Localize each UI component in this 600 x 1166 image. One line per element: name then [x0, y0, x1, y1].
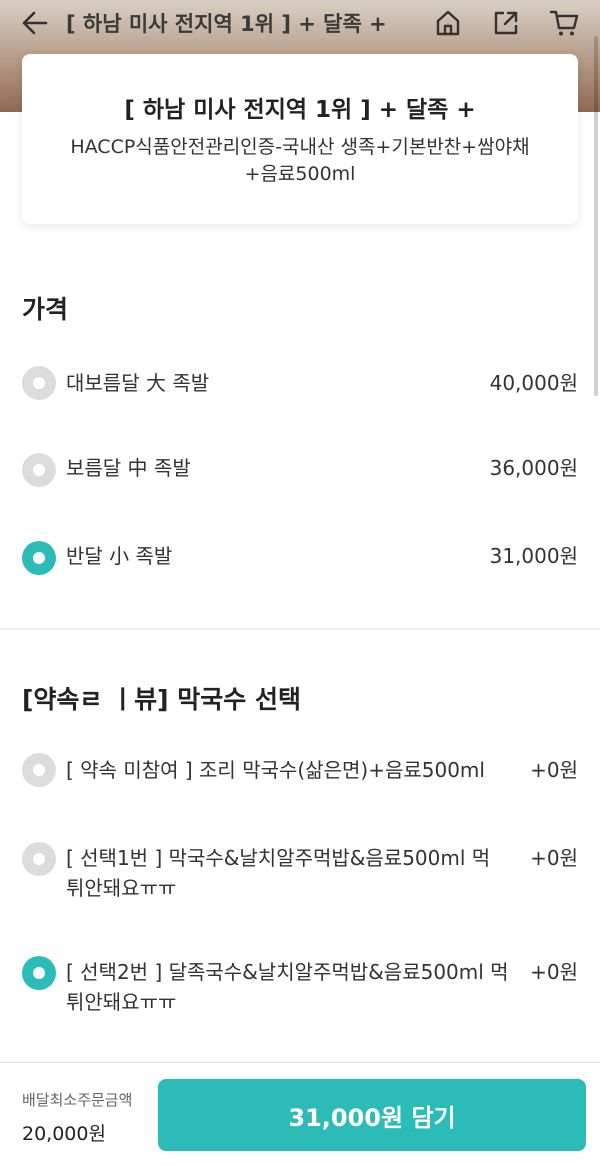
share-button[interactable] — [488, 5, 524, 41]
option-label: [ 약속 미참여 ] 조리 막국수(삶은면)+음료500ml — [66, 758, 485, 782]
cart-icon — [549, 10, 579, 36]
share-icon — [494, 11, 518, 35]
price-option-medium[interactable]: 보름달 中 족발 36,000원 — [0, 451, 600, 491]
option-price: 36,000원 — [489, 456, 578, 480]
section-divider — [0, 628, 600, 630]
min-order-value: 20,000원 — [22, 1123, 106, 1145]
option-price: 31,000원 — [489, 544, 578, 568]
radio-button-selected[interactable] — [22, 956, 56, 990]
radio-button[interactable] — [22, 453, 56, 487]
add-to-cart-button[interactable]: 31,000원 담기 — [158, 1079, 586, 1151]
price-section-title: 가격 — [22, 295, 69, 324]
price-option-small[interactable]: 반달 小 족발 31,000원 — [0, 539, 600, 579]
option-label: [ 선택1번 ] 막국수&날치알주먹밥&음료500ml 먹튀안돼요ㅠㅠ — [66, 846, 491, 900]
option-label: 반달 小 족발 — [66, 544, 173, 568]
bottom-order-bar: 배달최소주문금액 20,000원 31,000원 담기 — [0, 1062, 600, 1166]
top-bar: [ 하남 미사 전지역 1위 ] + 달족 + — [0, 0, 600, 46]
scrollbar[interactable] — [594, 36, 598, 396]
option-label: [ 선택2번 ] 달족국수&날치알주먹밥&음료500ml 먹튀안돼요ㅠㅠ — [66, 960, 509, 1014]
home-icon — [436, 10, 460, 36]
radio-button[interactable] — [22, 366, 56, 400]
cart-button[interactable] — [546, 5, 582, 41]
radio-button[interactable] — [22, 753, 56, 787]
min-order-label: 배달최소주문금액 — [22, 1091, 133, 1109]
option-price: 40,000원 — [489, 371, 578, 395]
back-button[interactable] — [18, 6, 52, 40]
home-button[interactable] — [430, 5, 466, 41]
option-price: +0원 — [530, 758, 578, 782]
noodle-section-title: [약속ㄹ ㅣ뷰] 막국수 선택 — [22, 685, 301, 714]
noodle-option-2[interactable]: [ 선택2번 ] 달족국수&날치알주먹밥&음료500ml 먹튀안돼요ㅠㅠ +0원 — [0, 954, 600, 1018]
noodle-option-1[interactable]: [ 선택1번 ] 막국수&날치알주먹밥&음료500ml 먹튀안돼요ㅠㅠ +0원 — [0, 840, 600, 904]
option-label: 대보름달 大 족발 — [66, 371, 210, 395]
menu-description: HACCP식품안전관리인증-국내산 생족+기본반찬+쌈야채+음료500ml — [70, 136, 530, 185]
back-arrow-icon — [22, 11, 48, 35]
menu-info-card: [ 하남 미사 전지역 1위 ] + 달족 + HACCP식품안전관리인증-국내… — [22, 54, 578, 224]
page-title: [ 하남 미사 전지역 1위 ] + 달족 + — [66, 12, 387, 36]
option-price: +0원 — [530, 846, 578, 870]
option-label: 보름달 中 족발 — [66, 456, 191, 480]
radio-button[interactable] — [22, 842, 56, 876]
radio-button-selected[interactable] — [22, 541, 56, 575]
price-option-large[interactable]: 대보름달 大 족발 40,000원 — [0, 364, 600, 404]
noodle-option-none[interactable]: [ 약속 미참여 ] 조리 막국수(삶은면)+음료500ml +0원 — [0, 752, 600, 792]
menu-name: [ 하남 미사 전지역 1위 ] + 달족 + — [124, 97, 476, 123]
option-price: +0원 — [530, 960, 578, 984]
